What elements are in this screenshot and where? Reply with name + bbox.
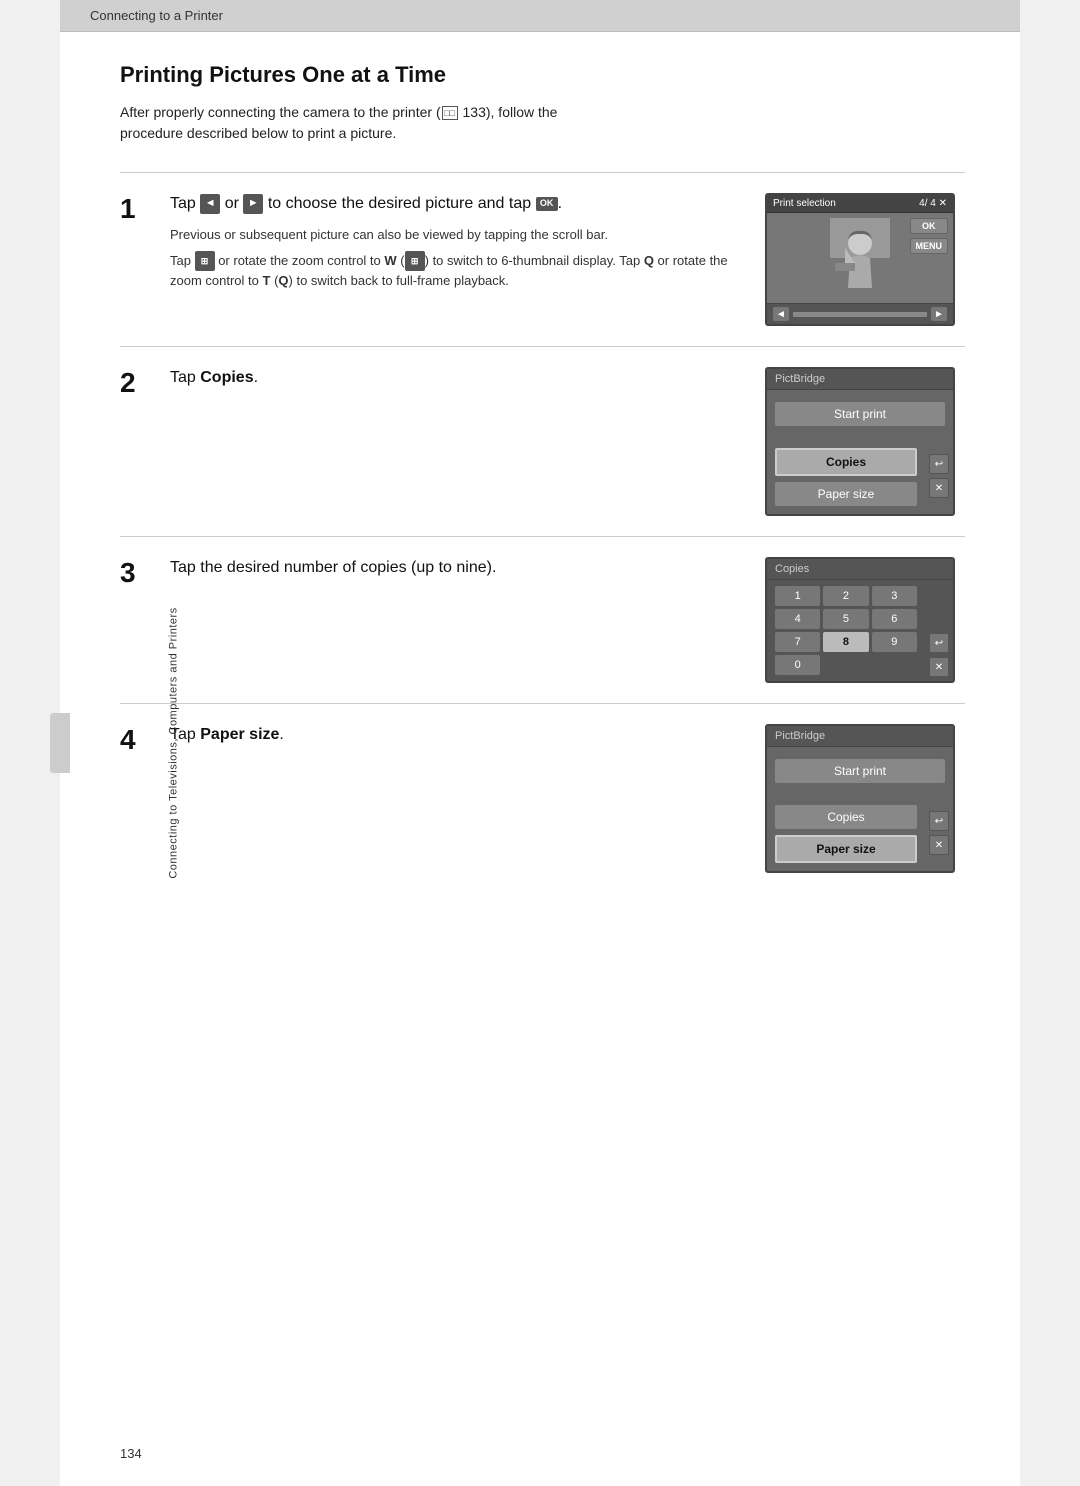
copies-title: Copies: [767, 559, 953, 580]
step-2-title: Tap Copies.: [170, 367, 745, 389]
copies-grid: 1 2 3 4 5 6 7 8 9 0: [767, 580, 925, 681]
copies-bold: Copies: [200, 369, 253, 386]
step-1-body: Previous or subsequent picture can also …: [170, 225, 745, 291]
close-btn-2[interactable]: ✕: [929, 478, 949, 498]
intro-text: After properly connecting the camera to …: [120, 102, 965, 144]
step-1-note1: Previous or subsequent picture can also …: [170, 225, 745, 245]
menu-button-screen[interactable]: MENU: [910, 238, 949, 254]
back-btn-4[interactable]: ↩: [929, 811, 949, 831]
step-1-note2: Tap ⊞ or rotate the zoom control to W (⊞…: [170, 251, 745, 291]
step-2-number: 2: [120, 369, 150, 397]
screen-nav-bar: ◄ ►: [767, 303, 953, 324]
step-1-content: Tap ◄ or ► to choose the desired picture…: [170, 193, 745, 297]
step-4-title: Tap Paper size.: [170, 724, 745, 746]
num-8-selected[interactable]: 8: [823, 632, 868, 652]
main-content: Printing Pictures One at a Time After pr…: [60, 32, 1020, 933]
step-2-content: Tap Copies.: [170, 367, 745, 399]
left-arrow-icon: ◄: [200, 194, 220, 214]
step-4-screen: PictBridge Start print Copies Paper size…: [765, 724, 965, 873]
screen-count: 4/ 4 ✕: [919, 198, 947, 209]
grid-icon: ⊞: [195, 251, 215, 271]
nav-left[interactable]: ◄: [773, 307, 789, 321]
step-1-or: or: [225, 195, 244, 212]
num-4[interactable]: 4: [775, 609, 820, 629]
close-btn-4[interactable]: ✕: [929, 835, 949, 855]
copies-item-4[interactable]: Copies: [775, 805, 917, 829]
screen-title: Print selection: [773, 198, 836, 209]
step-1-title: Tap ◄ or ► to choose the desired picture…: [170, 193, 745, 215]
pictbridge-screen-2: PictBridge Start print Copies Paper size…: [765, 367, 955, 516]
step-3-title: Tap the desired number of copies (up to …: [170, 557, 745, 579]
pb-spacer: [767, 432, 953, 442]
paper-size-bold: Paper size: [200, 726, 279, 743]
ok-button-screen[interactable]: OK: [910, 218, 949, 234]
nav-right[interactable]: ►: [931, 307, 947, 321]
pb-title-4: PictBridge: [767, 726, 953, 747]
num-7[interactable]: 7: [775, 632, 820, 652]
step-4-content: Tap Paper size.: [170, 724, 745, 756]
copies-side-btns: ↩ ✕: [925, 580, 953, 681]
screen-image-area: OK MENU: [767, 213, 953, 303]
step-3-content: Tap the desired number of copies (up to …: [170, 557, 745, 589]
close-btn-3[interactable]: ✕: [929, 657, 949, 677]
screen-main: OK MENU: [767, 213, 953, 303]
pb-side-btns: ↩ ✕: [925, 442, 953, 510]
step-3: 3 Tap the desired number of copies (up t…: [120, 536, 965, 703]
screen-top-bar: Print selection 4/ 4 ✕: [767, 195, 953, 213]
progress-bar: [793, 312, 927, 317]
copies-screen: Copies 1 2 3 4 5 6 7 8 9 0: [765, 557, 955, 683]
right-arrow-icon: ►: [243, 194, 263, 214]
num-9[interactable]: 9: [872, 632, 917, 652]
step-3-screen: Copies 1 2 3 4 5 6 7 8 9 0: [765, 557, 965, 683]
page-title: Printing Pictures One at a Time: [120, 62, 965, 88]
pb-wrapper-4: Copies Paper size ↩ ✕: [767, 799, 953, 867]
step-2-screen: PictBridge Start print Copies Paper size…: [765, 367, 965, 516]
pb-menu-list-4: Copies Paper size: [767, 799, 925, 867]
ok-icon: OK: [536, 197, 558, 211]
portrait-svg: [830, 218, 890, 298]
step-1-screen: Print selection 4/ 4 ✕: [765, 193, 965, 326]
pb-side-btns-4: ↩ ✕: [925, 799, 953, 867]
page-footer: 134: [120, 1446, 142, 1461]
num-6[interactable]: 6: [872, 609, 917, 629]
num-1[interactable]: 1: [775, 586, 820, 606]
start-print-item[interactable]: Start print: [775, 402, 945, 426]
paper-size-item[interactable]: Paper size: [775, 482, 917, 506]
pb-wrapper-2: Copies Paper size ↩ ✕: [767, 442, 953, 510]
print-selection-screen: Print selection 4/ 4 ✕: [765, 193, 955, 326]
back-btn-3[interactable]: ↩: [929, 633, 949, 653]
copies-item-selected[interactable]: Copies: [775, 448, 917, 476]
header-bar: Connecting to a Printer: [60, 0, 1020, 32]
step-3-number: 3: [120, 559, 150, 587]
step-4-number: 4: [120, 726, 150, 754]
pb-spacer-4: [767, 789, 953, 799]
pictbridge-screen-4: PictBridge Start print Copies Paper size…: [765, 724, 955, 873]
num-2[interactable]: 2: [823, 586, 868, 606]
start-print-item-4[interactable]: Start print: [775, 759, 945, 783]
step-2: 2 Tap Copies. PictBridge Start print Cop…: [120, 346, 965, 536]
side-tab: [50, 713, 70, 773]
pb-title-2: PictBridge: [767, 369, 953, 390]
copies-grid-wrapper: 1 2 3 4 5 6 7 8 9 0 ↩: [767, 580, 953, 681]
page: Connecting to Televisions, Computers and…: [60, 0, 1020, 1486]
step-1-number: 1: [120, 195, 150, 223]
step-4: 4 Tap Paper size. PictBridge Start print…: [120, 703, 965, 893]
side-label: Connecting to Televisions, Computers and…: [168, 607, 180, 878]
ref-icon: □□: [442, 106, 458, 120]
num-3[interactable]: 3: [872, 586, 917, 606]
pb-menu-list: Copies Paper size: [767, 442, 925, 510]
pb-menus-2: Start print Copies Paper size ↩ ✕: [767, 390, 953, 514]
num-0[interactable]: 0: [775, 655, 820, 675]
page-number: 134: [120, 1446, 142, 1461]
header-label: Connecting to a Printer: [90, 8, 223, 23]
paper-size-item-selected[interactable]: Paper size: [775, 835, 917, 863]
back-btn-2[interactable]: ↩: [929, 454, 949, 474]
pb-menus-4: Start print Copies Paper size ↩ ✕: [767, 747, 953, 871]
num-5[interactable]: 5: [823, 609, 868, 629]
step-1: 1 Tap ◄ or ► to choose the desired pictu…: [120, 172, 965, 346]
zoom-w-icon: ⊞: [405, 251, 425, 271]
screen-right-btns: OK MENU: [910, 218, 949, 254]
